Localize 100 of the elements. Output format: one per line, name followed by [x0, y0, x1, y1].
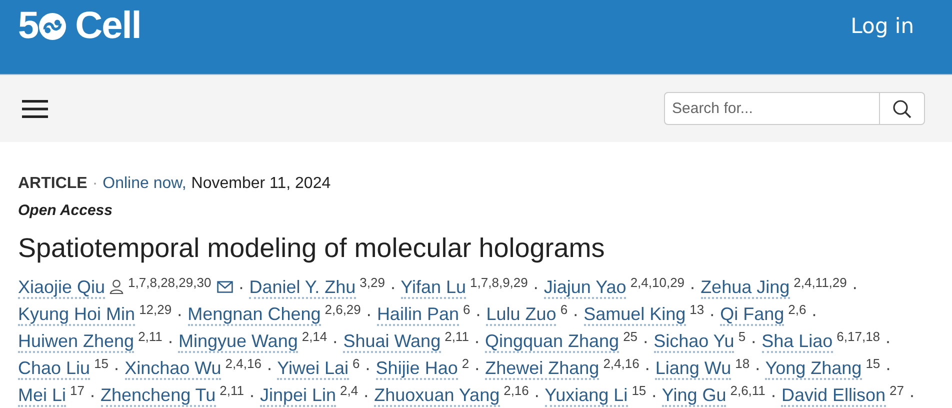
access-label: Open Access: [18, 202, 114, 219]
author-link[interactable]: Liang Wu: [655, 358, 732, 380]
author-link[interactable]: Yuxiang Li: [544, 385, 628, 407]
separator-dot: ·: [248, 385, 255, 405]
author-link[interactable]: Zhuoxuan Yang: [374, 385, 500, 407]
separator-dot: ·: [363, 385, 370, 405]
separator-dot: ·: [364, 358, 371, 378]
separator-dot: ·: [167, 331, 174, 351]
author-link[interactable]: Sichao Yu: [654, 331, 734, 353]
search-button[interactable]: [880, 92, 925, 125]
separator-dot: ·: [390, 277, 396, 297]
affiliation-numbers: 6: [352, 356, 360, 371]
affiliation-numbers: 1,7,8,9,29: [470, 275, 528, 290]
author-link[interactable]: Sha Liao: [762, 331, 833, 353]
affiliation-numbers: 15: [94, 356, 109, 371]
separator-dot: ·: [114, 358, 120, 378]
author-link[interactable]: Chao Liu: [18, 358, 90, 380]
author-link[interactable]: Daniel Y. Zhu: [249, 277, 356, 299]
author-link[interactable]: Hailin Pan: [376, 304, 459, 326]
author-link[interactable]: Jinpei Lin: [260, 385, 336, 407]
affiliation-numbers: 6: [560, 302, 568, 317]
author-link[interactable]: Zhencheng Tu: [100, 385, 216, 407]
logo-text[interactable]: 5: [18, 4, 38, 48]
author-link[interactable]: Zehua Jing: [700, 277, 790, 299]
affiliation-numbers: 17: [70, 383, 84, 398]
author-link[interactable]: Mei Li: [18, 385, 66, 407]
separator-dot: ·: [366, 304, 372, 324]
separator-dot: ·: [908, 385, 915, 405]
affiliation-numbers: 6: [462, 302, 470, 317]
separator-dot: ·: [885, 358, 892, 378]
affiliation-numbers: 2,6,11: [730, 383, 766, 398]
author-link[interactable]: Qingquan Zhang: [484, 331, 620, 353]
author-link[interactable]: Yong Zhang: [765, 358, 862, 380]
separator-dot: ·: [474, 358, 480, 378]
affiliation-numbers: 5: [738, 329, 746, 344]
author-link[interactable]: Kyung Hoi Min: [18, 304, 136, 326]
affiliation-numbers: 2,6,29: [324, 302, 361, 317]
affiliation-numbers: 15: [866, 356, 880, 371]
search-field[interactable]: Search for...: [664, 92, 880, 125]
menu-icon[interactable]: [22, 98, 48, 118]
affiliation-numbers: 2,11: [444, 329, 469, 344]
separator-dot: ·: [332, 331, 338, 351]
author-link[interactable]: Xinchao Wu: [124, 358, 222, 380]
author-link[interactable]: Yifan Lu: [400, 277, 466, 299]
author-link[interactable]: Shuai Wang: [343, 331, 441, 353]
affiliation-numbers: 6,17,18: [836, 329, 880, 344]
affiliation-numbers: 25: [623, 329, 638, 344]
author-link[interactable]: Samuel King: [584, 304, 686, 326]
logo-circle-icon[interactable]: [38, 12, 68, 40]
author-link[interactable]: David Ellison: [781, 385, 886, 407]
author-link[interactable]: Zhewei Zhang: [485, 358, 600, 380]
affiliation-numbers: 1,7,8,28,29,30: [128, 275, 212, 290]
separator-dot: ·: [644, 358, 650, 378]
author-link[interactable]: Shijie Hao: [376, 358, 458, 380]
separator-dot: ·: [885, 331, 892, 351]
separator-dot: ·: [642, 331, 649, 351]
separator-dot: ·: [852, 277, 858, 297]
affiliation-numbers: 2,4,11,29: [794, 275, 847, 290]
author-link[interactable]: Mengnan Cheng: [188, 304, 321, 326]
separator-dot: ·: [811, 304, 818, 324]
author-link[interactable]: Xiaojie Qiu: [18, 277, 106, 299]
author-link[interactable]: Yiwei Lai: [277, 358, 349, 380]
affiliation-numbers: 2,4,16: [225, 356, 262, 371]
affiliation-numbers: 27: [890, 383, 904, 398]
affiliation-numbers: 18: [735, 356, 750, 371]
separator-dot: ·: [572, 304, 579, 324]
affiliation-numbers: 3,29: [360, 275, 385, 290]
separator-dot: ·: [176, 304, 183, 324]
separator-dot: ·: [690, 277, 696, 297]
separator-dot: ·: [651, 385, 658, 405]
affiliation-numbers: 2,4,10,29: [630, 275, 685, 290]
affiliation-numbers: 2: [462, 356, 470, 371]
author-link[interactable]: Lulu Zuo: [486, 304, 556, 326]
affiliation-numbers: 2,16: [504, 383, 529, 398]
separator-dot: ·: [90, 385, 96, 405]
separator-dot: ·: [266, 358, 272, 378]
separator-dot: ·: [532, 277, 539, 297]
separator-dot: ·: [770, 385, 776, 405]
affiliation-numbers: 15: [632, 383, 646, 398]
logo-text[interactable]: Cell: [75, 4, 141, 48]
mail-icon[interactable]: [217, 281, 234, 293]
author-link[interactable]: Mingyue Wang: [178, 331, 298, 353]
person-icon[interactable]: [109, 279, 124, 294]
search-icon: [892, 98, 912, 118]
affiliation-numbers: 2,14: [302, 329, 328, 344]
affiliation-numbers: 2,6: [788, 302, 806, 317]
author-link[interactable]: Huiwen Zheng: [18, 331, 134, 353]
separator-dot: ·: [709, 304, 716, 324]
online-status: Online now,: [102, 175, 186, 193]
author-link[interactable]: Jiajun Yao: [544, 277, 626, 299]
login-link[interactable]: Log in: [850, 14, 914, 38]
article-type: ARTICLE: [18, 175, 88, 193]
publication-date: November 11, 2024: [191, 175, 331, 193]
affiliation-numbers: 2,4: [340, 383, 358, 398]
author-link[interactable]: Qi Fang: [720, 304, 784, 326]
article-title: Spatiotemporal modeling of molecular holograms: [18, 233, 606, 264]
separator-dot: ·: [750, 331, 757, 351]
separator-dot: ·: [475, 304, 482, 324]
author-link[interactable]: Ying Gu: [662, 385, 726, 407]
separator-dot: ·: [238, 277, 244, 297]
